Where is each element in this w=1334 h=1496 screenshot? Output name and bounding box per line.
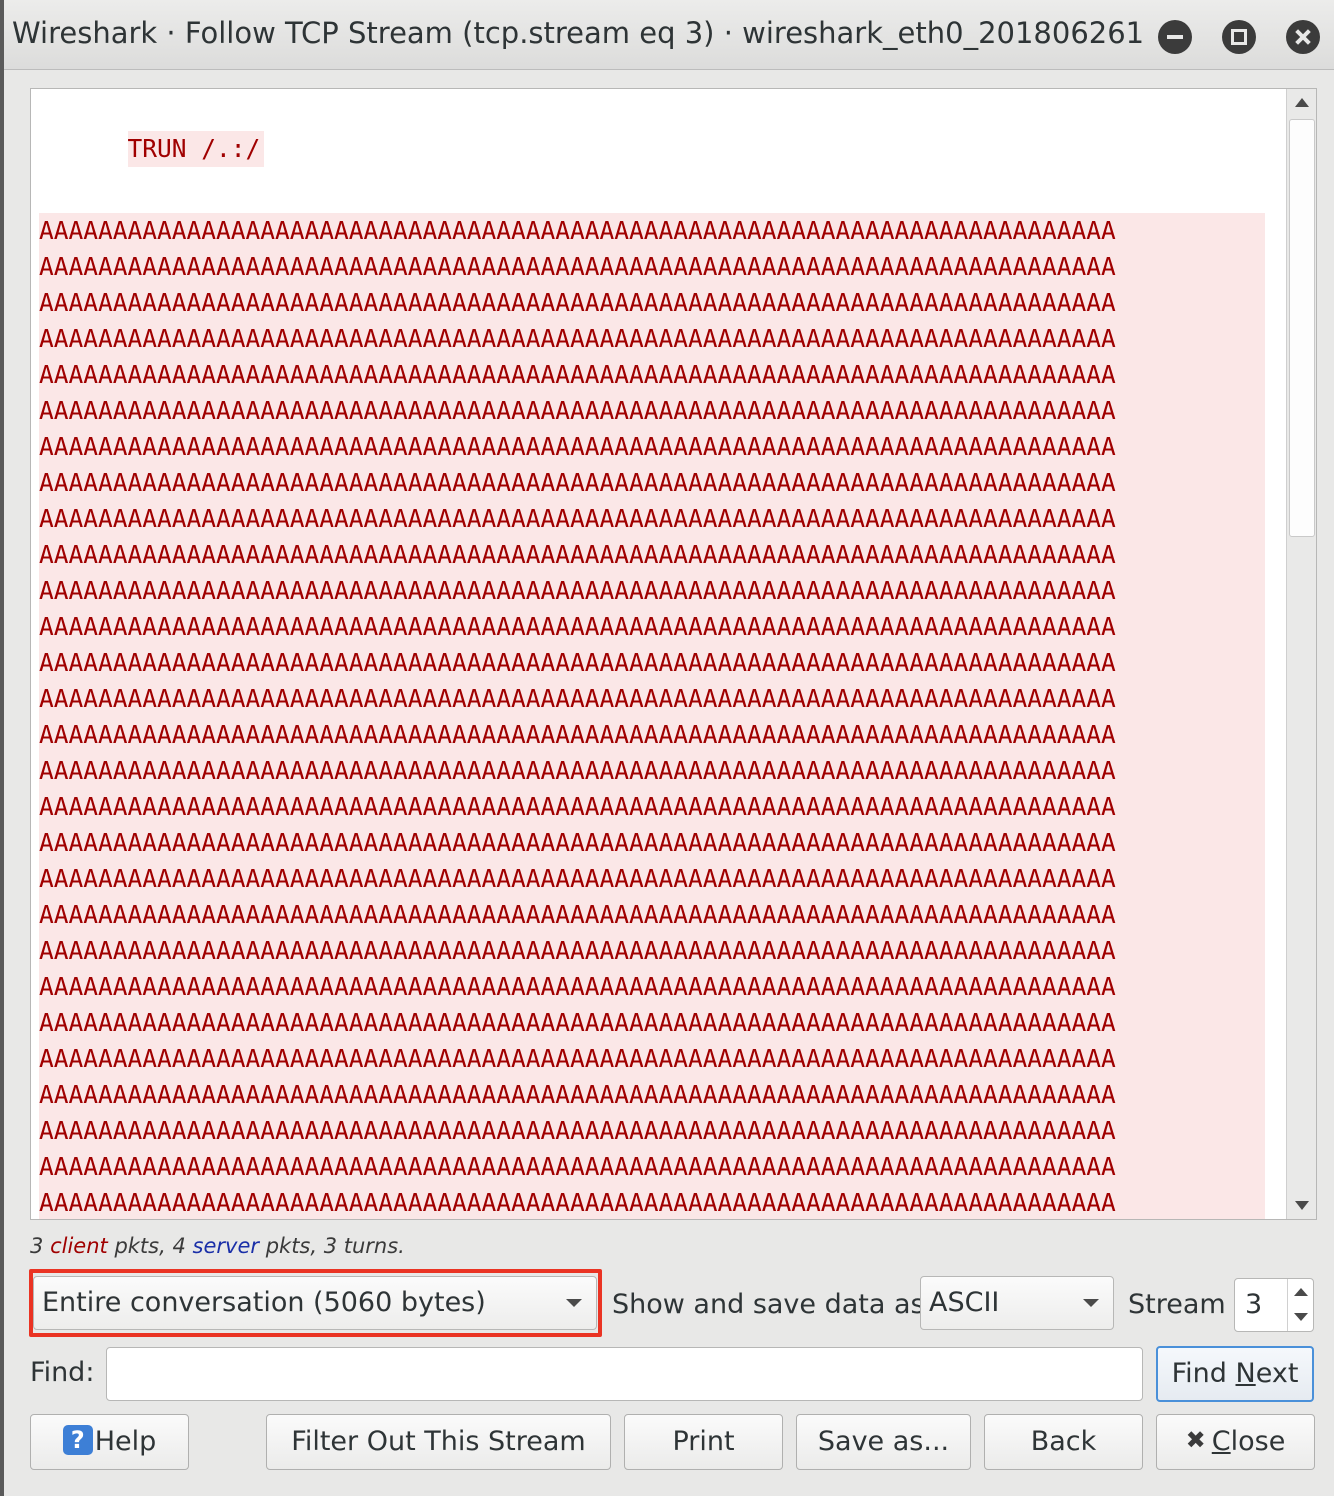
stream-line: AAAAAAAAAAAAAAAAAAAAAAAAAAAAAAAAAAAAAAAA… [39, 213, 1265, 249]
server-count: 4 [172, 1234, 186, 1258]
stream-line: AAAAAAAAAAAAAAAAAAAAAAAAAAAAAAAAAAAAAAAA… [39, 465, 1265, 501]
stream-line: AAAAAAAAAAAAAAAAAAAAAAAAAAAAAAAAAAAAAAAA… [39, 969, 1265, 1005]
save-as-button[interactable]: Save as... [796, 1414, 971, 1470]
stream-line: AAAAAAAAAAAAAAAAAAAAAAAAAAAAAAAAAAAAAAAA… [39, 1005, 1265, 1041]
window-title: Wireshark · Follow TCP Stream (tcp.strea… [12, 16, 1142, 50]
stats-tail: pkts, 3 turns. [265, 1234, 405, 1258]
follow-tcp-stream-window: Wireshark · Follow TCP Stream (tcp.strea… [0, 0, 1334, 1496]
stream-line: AAAAAAAAAAAAAAAAAAAAAAAAAAAAAAAAAAAAAAAA… [39, 573, 1265, 609]
stream-line: AAAAAAAAAAAAAAAAAAAAAAAAAAAAAAAAAAAAAAAA… [39, 609, 1265, 645]
stream-line: AAAAAAAAAAAAAAAAAAAAAAAAAAAAAAAAAAAAAAAA… [39, 249, 1265, 285]
help-label: Help [94, 1426, 157, 1457]
stream-line: AAAAAAAAAAAAAAAAAAAAAAAAAAAAAAAAAAAAAAAA… [39, 285, 1265, 321]
close-label-rest: lose [1230, 1426, 1286, 1457]
stream-line: AAAAAAAAAAAAAAAAAAAAAAAAAAAAAAAAAAAAAAAA… [39, 825, 1265, 861]
close-button[interactable]: ✖ Close [1156, 1414, 1315, 1470]
stream-line: AAAAAAAAAAAAAAAAAAAAAAAAAAAAAAAAAAAAAAAA… [39, 321, 1265, 357]
stream-line: AAAAAAAAAAAAAAAAAAAAAAAAAAAAAAAAAAAAAAAA… [39, 861, 1265, 897]
show-as-select[interactable]: ASCII [920, 1276, 1114, 1330]
client-word: client [50, 1234, 108, 1258]
conversation-select-value: Entire conversation (5060 bytes) [42, 1287, 486, 1318]
maximize-icon[interactable] [1222, 20, 1256, 54]
stream-line: AAAAAAAAAAAAAAAAAAAAAAAAAAAAAAAAAAAAAAAA… [39, 501, 1265, 537]
back-button[interactable]: Back [984, 1414, 1143, 1470]
dropdown-arrow-icon [566, 1299, 582, 1307]
stream-label: Stream [1128, 1289, 1226, 1320]
close-window-icon[interactable] [1286, 20, 1320, 54]
stream-line: AAAAAAAAAAAAAAAAAAAAAAAAAAAAAAAAAAAAAAAA… [39, 717, 1265, 753]
find-next-label-pre: Find [1171, 1358, 1236, 1389]
scroll-down-arrow-icon[interactable] [1287, 1191, 1316, 1219]
find-next-label-post: ext [1255, 1358, 1299, 1389]
find-next-button[interactable]: Find Next [1156, 1346, 1314, 1402]
stream-line: AAAAAAAAAAAAAAAAAAAAAAAAAAAAAAAAAAAAAAAA… [39, 645, 1265, 681]
minimize-icon[interactable] [1158, 20, 1192, 54]
stream-line: AAAAAAAAAAAAAAAAAAAAAAAAAAAAAAAAAAAAAAAA… [39, 357, 1265, 393]
server-word: server [192, 1234, 260, 1258]
stream-line-first: TRUN /.:/ [127, 131, 265, 167]
stream-number-value: 3 [1245, 1289, 1263, 1320]
stream-line: AAAAAAAAAAAAAAAAAAAAAAAAAAAAAAAAAAAAAAAA… [39, 897, 1265, 933]
vertical-scrollbar[interactable] [1286, 89, 1316, 1219]
client-count: 3 [30, 1234, 44, 1258]
stream-content-view[interactable]: TRUN /.:/ AAAAAAAAAAAAAAAAAAAAAAAAAAAAAA… [30, 88, 1317, 1220]
close-x-icon: ✖ [1185, 1426, 1206, 1454]
spinner-buttons [1287, 1279, 1313, 1331]
help-button[interactable]: ? Help [30, 1414, 189, 1470]
stream-line: AAAAAAAAAAAAAAAAAAAAAAAAAAAAAAAAAAAAAAAA… [39, 429, 1265, 465]
scroll-thumb[interactable] [1289, 119, 1315, 537]
stream-line: AAAAAAAAAAAAAAAAAAAAAAAAAAAAAAAAAAAAAAAA… [39, 681, 1265, 717]
stream-number-spinner[interactable]: 3 [1234, 1278, 1314, 1332]
stream-line: AAAAAAAAAAAAAAAAAAAAAAAAAAAAAAAAAAAAAAAA… [39, 933, 1265, 969]
stats-mid: pkts, [114, 1234, 166, 1258]
stream-stats: 3 client pkts, 4 server pkts, 3 turns. [30, 1234, 405, 1258]
stream-line: AAAAAAAAAAAAAAAAAAAAAAAAAAAAAAAAAAAAAAAA… [39, 753, 1265, 789]
find-input[interactable] [106, 1347, 1143, 1401]
stream-line: AAAAAAAAAAAAAAAAAAAAAAAAAAAAAAAAAAAAAAAA… [39, 537, 1265, 573]
stream-line: AAAAAAAAAAAAAAAAAAAAAAAAAAAAAAAAAAAAAAAA… [39, 1149, 1265, 1185]
show-as-value: ASCII [929, 1287, 1000, 1318]
stream-line: AAAAAAAAAAAAAAAAAAAAAAAAAAAAAAAAAAAAAAAA… [39, 1113, 1265, 1149]
find-next-label-mnemonic: N [1235, 1358, 1256, 1389]
help-icon: ? [62, 1424, 93, 1455]
stream-line: AAAAAAAAAAAAAAAAAAAAAAAAAAAAAAAAAAAAAAAA… [39, 1185, 1265, 1219]
stream-line: AAAAAAAAAAAAAAAAAAAAAAAAAAAAAAAAAAAAAAAA… [39, 393, 1265, 429]
title-bar[interactable]: Wireshark · Follow TCP Stream (tcp.strea… [4, 0, 1334, 70]
stream-text[interactable]: TRUN /.:/ AAAAAAAAAAAAAAAAAAAAAAAAAAAAAA… [39, 95, 1265, 1219]
dropdown-arrow-icon [1083, 1299, 1099, 1307]
print-button[interactable]: Print [624, 1414, 783, 1470]
conversation-select[interactable]: Entire conversation (5060 bytes) [33, 1276, 597, 1330]
close-label-mnemonic: C [1211, 1426, 1231, 1457]
filter-out-stream-button[interactable]: Filter Out This Stream [266, 1414, 611, 1470]
find-label: Find: [30, 1357, 95, 1388]
stream-line: AAAAAAAAAAAAAAAAAAAAAAAAAAAAAAAAAAAAAAAA… [39, 789, 1265, 825]
show-as-label: Show and save data as [612, 1289, 925, 1320]
scroll-up-arrow-icon[interactable] [1287, 89, 1316, 117]
stream-line: AAAAAAAAAAAAAAAAAAAAAAAAAAAAAAAAAAAAAAAA… [39, 1041, 1265, 1077]
stream-line: AAAAAAAAAAAAAAAAAAAAAAAAAAAAAAAAAAAAAAAA… [39, 1077, 1265, 1113]
